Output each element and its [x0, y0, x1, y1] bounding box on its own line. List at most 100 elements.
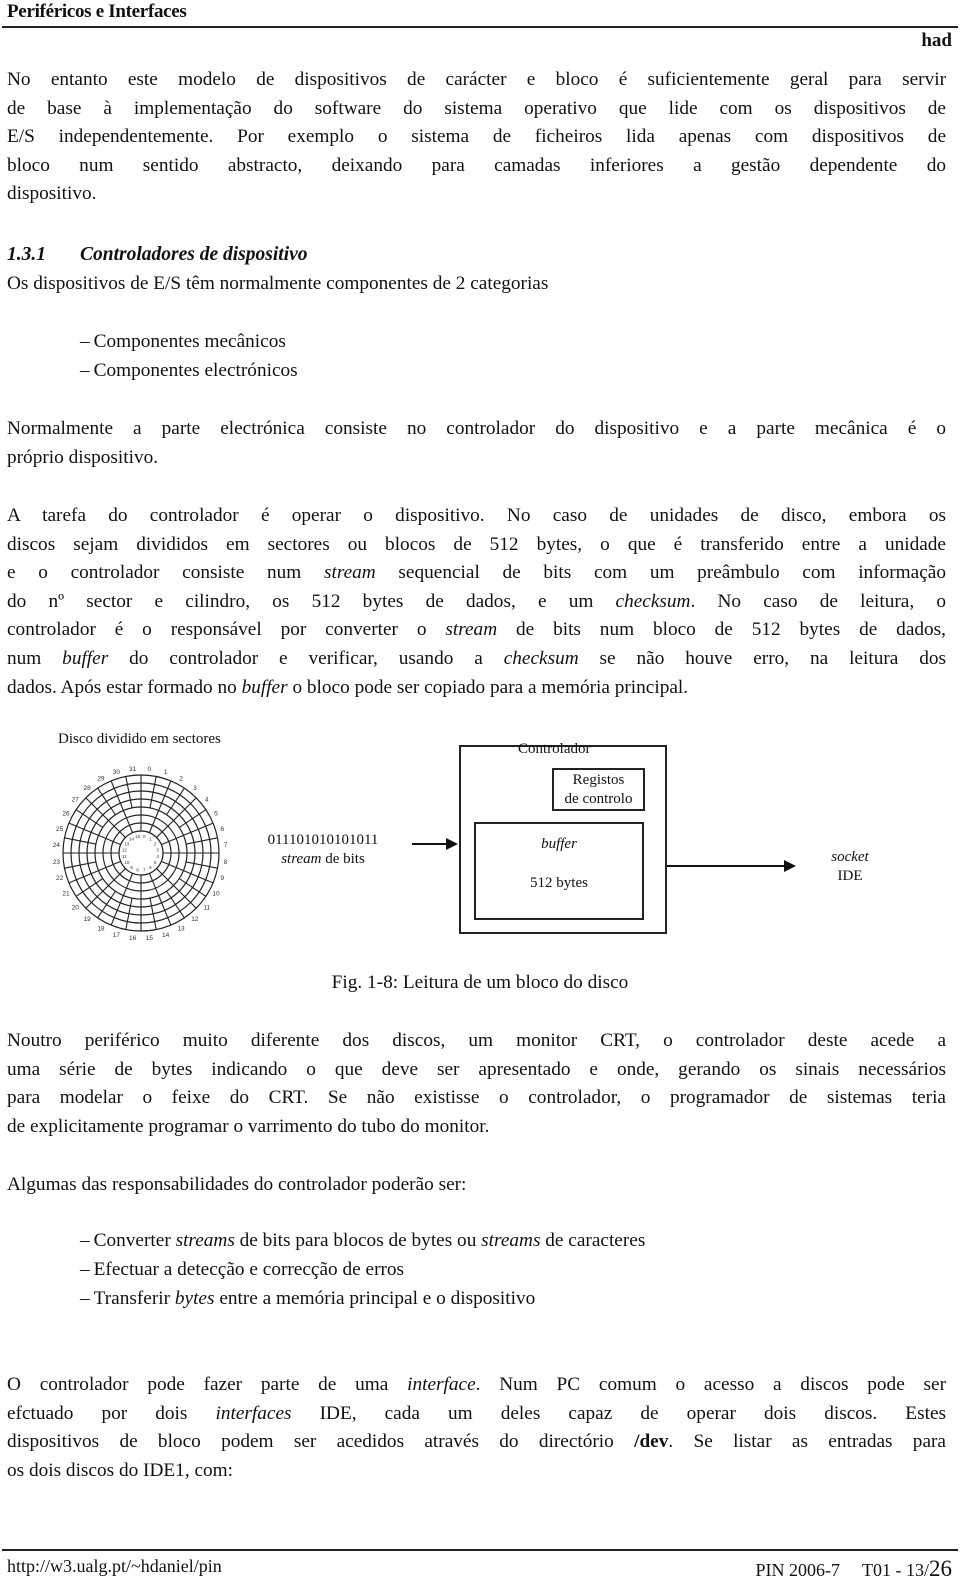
- dash-bullet: –: [80, 360, 90, 381]
- text-line: num buffer do controlador e verificar, u…: [7, 645, 946, 674]
- disk-sector-number: 5: [154, 860, 157, 865]
- controller-label: Controlador: [518, 741, 591, 757]
- disk-sector-number: 21: [62, 891, 70, 898]
- disk-sector-number: 4: [205, 797, 209, 804]
- footer-page-number: T01 - 13/: [862, 1560, 929, 1580]
- text-line: discos sejam divididos em sectores ou bl…: [7, 533, 946, 555]
- footer-url: http://w3.ualg.pt/~hdaniel/pin: [7, 1556, 222, 1576]
- disk-sector-line: [173, 885, 197, 909]
- text-line: de base à implementação do software do s…: [7, 97, 946, 119]
- text-line: bloco num sentido abstracto, deixando pa…: [7, 154, 946, 176]
- disk-sector-number: 0: [148, 766, 152, 773]
- disk-sector-line: [161, 860, 184, 872]
- section-number: 1.3.1: [7, 244, 46, 265]
- disk-sector-number: 5: [214, 810, 218, 817]
- text-span: num: [7, 647, 63, 669]
- italic-term: socket: [831, 849, 869, 865]
- disk-sector-number: 2: [154, 841, 157, 846]
- bit-stream-block: 011101010101011 stream de bits: [258, 831, 388, 869]
- disk-sector-number: 14: [162, 932, 170, 939]
- text-span: de bits para blocos de bytes ou: [234, 1230, 482, 1251]
- text-line: para modelar o feixe do CRT. Se não exis…: [7, 1087, 946, 1109]
- disk-sector-number: 26: [62, 810, 70, 817]
- text-line: dispositivos de bloco podem ser acedidos…: [7, 1428, 946, 1457]
- paragraph-crt: Noutro periférico muito diferente dos di…: [7, 1027, 946, 1141]
- disk-sector-number: 1: [149, 837, 152, 842]
- disk-sector-number: 14: [129, 837, 135, 842]
- disk-sector-number: 9: [130, 865, 133, 870]
- disk-sector-number: 17: [113, 932, 121, 939]
- italic-term: interface: [407, 1374, 476, 1395]
- text-line: de explicitamente programar o varrimento…: [7, 1115, 490, 1137]
- text-span: sequencial de bits com um preâmbulo com …: [375, 562, 946, 584]
- text-span: de bits num bloco de 512 bytes de dados,: [497, 619, 946, 641]
- italic-term: buffer: [241, 676, 288, 698]
- text-span: . No caso de leitura, o: [690, 590, 946, 612]
- italic-term: stream: [281, 851, 322, 867]
- text-line: controlador é o responsável por converte…: [7, 616, 946, 645]
- italic-term: bytes: [174, 1288, 215, 1309]
- dash-bullet: –: [80, 331, 90, 352]
- text-line: do nº sector e cilindro, os 512 bytes de…: [7, 588, 946, 617]
- italic-term: buffer: [62, 647, 109, 669]
- disk-sector-number: 18: [97, 925, 105, 932]
- disk-sector-number: 8: [224, 859, 228, 866]
- list-item: – Componentes electrónicos: [80, 357, 298, 386]
- disk-sector-line: [122, 873, 134, 896]
- dash-bullet: –: [80, 1259, 90, 1280]
- disk-sector-line: [85, 885, 109, 909]
- disk-sector-number: 6: [221, 826, 225, 833]
- disk-sector-number: 10: [124, 860, 130, 865]
- disk-sector-number: 16: [129, 935, 137, 942]
- disk-sector-number: 29: [97, 776, 105, 783]
- footer-course: PIN 2006-7: [755, 1560, 841, 1580]
- text-span: dispositivos de bloco podem ser acedidos…: [7, 1431, 635, 1453]
- italic-term: streams: [481, 1230, 541, 1251]
- disk-sector-number: 22: [56, 875, 64, 882]
- paragraph-interface: O controlador pode fazer parte de uma in…: [7, 1371, 946, 1485]
- bit-stream-value: 011101010101011: [267, 832, 379, 848]
- list-item: – Transferir bytes entre a memória princi…: [80, 1285, 535, 1314]
- footer-page-info: PIN 2006-7 T01 - 13/26: [756, 1556, 953, 1582]
- section-heading: 1.3.1 Controladores de dispositivo: [7, 244, 308, 266]
- buffer-size: 512 bytes: [530, 875, 588, 891]
- text-line: próprio dispositivo.: [7, 446, 159, 468]
- disk-illustration: 0 123456789101112131415161718192021222324…: [53, 766, 228, 942]
- dash-bullet: –: [80, 1230, 90, 1251]
- list-item: – Efectuar a detecção e correcção de erro…: [80, 1256, 404, 1285]
- disk-sector-number: 2: [179, 776, 183, 783]
- disk-sector-number: 23: [53, 859, 61, 866]
- text-line: E/S independentemente. Por exemplo o sis…: [7, 126, 946, 148]
- header-divider: [2, 26, 958, 28]
- text-line: dados. Após estar formado no buffer o bl…: [7, 674, 946, 703]
- text-line: e o controlador consiste num stream sequ…: [7, 559, 946, 588]
- text-span: entre a memória principal e o dispositiv…: [214, 1288, 536, 1309]
- disk-sector-line: [173, 797, 197, 821]
- disk-sector-line: [148, 873, 160, 896]
- disk-sector-number: 11: [122, 854, 127, 859]
- disk-sector-number: 25: [56, 826, 64, 833]
- disk-sector-line: [85, 797, 109, 821]
- text-line: efctuado por dois interfaces IDE, cada u…: [7, 1400, 946, 1429]
- bit-stream-label: stream de bits: [258, 850, 388, 869]
- disk-sector-line: [122, 810, 134, 833]
- text-line: A tarefa do controlador é operar o dispo…: [7, 505, 946, 526]
- disk-sector-number: 12: [122, 847, 128, 852]
- text-span: o bloco pode ser copiado para a memória …: [287, 676, 689, 698]
- disk-sector-number: 11: [203, 904, 210, 911]
- text-line: os dois discos do IDE1, com:: [7, 1459, 234, 1481]
- list-item: – Converter streams de bits para blocos d…: [80, 1227, 645, 1256]
- disk-sector-number: 31: [129, 766, 137, 773]
- disk-sector-line: [98, 860, 121, 872]
- disk-sector-line: [98, 834, 121, 846]
- text-span: de bits: [321, 851, 365, 867]
- italic-term: stream: [323, 562, 376, 584]
- disk-sector-number: 3: [193, 785, 197, 792]
- disk-track: [118, 830, 164, 876]
- header-author-label: had: [921, 30, 952, 51]
- italic-term: interfaces: [215, 1402, 292, 1424]
- disk-sector-number: 24: [53, 842, 61, 849]
- document-header-title: Periféricos e Interfaces: [7, 1, 187, 22]
- text-span: . Num PC comum o acesso a discos pode se…: [475, 1374, 947, 1395]
- list-item-text: Componentes electrónicos: [93, 360, 298, 381]
